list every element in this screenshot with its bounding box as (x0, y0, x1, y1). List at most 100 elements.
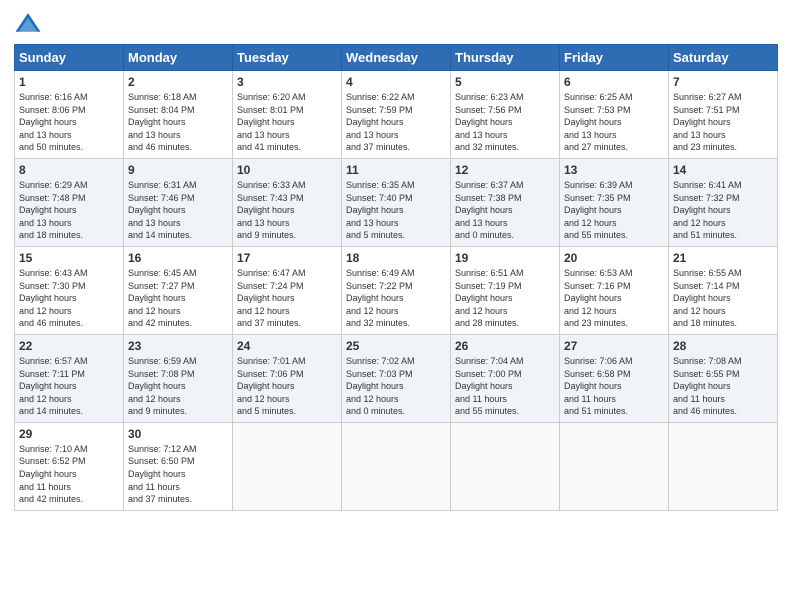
sunset-line: Sunset: 7:53 PM (564, 105, 631, 115)
daylight-value: and 13 hours (237, 218, 290, 228)
calendar-cell: 21 Sunrise: 6:55 AM Sunset: 7:14 PM Dayl… (669, 246, 778, 334)
day-info: Sunrise: 7:02 AM Sunset: 7:03 PM Dayligh… (346, 355, 446, 418)
day-info: Sunrise: 6:59 AM Sunset: 7:08 PM Dayligh… (128, 355, 228, 418)
calendar-cell: 12 Sunrise: 6:37 AM Sunset: 7:38 PM Dayl… (451, 158, 560, 246)
calendar-week-row: 8 Sunrise: 6:29 AM Sunset: 7:48 PM Dayli… (15, 158, 778, 246)
day-info: Sunrise: 6:47 AM Sunset: 7:24 PM Dayligh… (237, 267, 337, 330)
sunrise-line: Sunrise: 7:04 AM (455, 356, 524, 366)
day-of-week-header: Sunday (15, 45, 124, 71)
calendar-cell (233, 422, 342, 510)
daylight-minutes: and 37 minutes. (128, 494, 192, 504)
sunset-line: Sunset: 7:11 PM (19, 369, 85, 379)
daylight-value: and 12 hours (346, 394, 399, 404)
daylight-label: Daylight hours (128, 117, 186, 127)
sunset-line: Sunset: 7:40 PM (346, 193, 413, 203)
day-of-week-header: Monday (124, 45, 233, 71)
day-of-week-header: Thursday (451, 45, 560, 71)
daylight-minutes: and 41 minutes. (237, 142, 301, 152)
daylight-label: Daylight hours (346, 381, 404, 391)
sunset-line: Sunset: 6:52 PM (19, 456, 86, 466)
day-number: 17 (237, 251, 337, 265)
daylight-minutes: and 42 minutes. (128, 318, 192, 328)
sunset-line: Sunset: 7:46 PM (128, 193, 195, 203)
sunrise-line: Sunrise: 6:49 AM (346, 268, 415, 278)
calendar-cell: 27 Sunrise: 7:06 AM Sunset: 6:58 PM Dayl… (560, 334, 669, 422)
day-number: 4 (346, 75, 446, 89)
daylight-label: Daylight hours (455, 381, 513, 391)
day-number: 15 (19, 251, 119, 265)
daylight-label: Daylight hours (564, 205, 622, 215)
sunset-line: Sunset: 7:22 PM (346, 281, 413, 291)
sunset-line: Sunset: 7:35 PM (564, 193, 631, 203)
daylight-label: Daylight hours (673, 117, 731, 127)
daylight-minutes: and 46 minutes. (19, 318, 83, 328)
daylight-minutes: and 5 minutes. (346, 230, 405, 240)
calendar-cell: 13 Sunrise: 6:39 AM Sunset: 7:35 PM Dayl… (560, 158, 669, 246)
day-info: Sunrise: 6:25 AM Sunset: 7:53 PM Dayligh… (564, 91, 664, 154)
daylight-value: and 11 hours (19, 482, 71, 492)
sunrise-line: Sunrise: 6:16 AM (19, 92, 88, 102)
sunrise-line: Sunrise: 6:51 AM (455, 268, 524, 278)
daylight-label: Daylight hours (128, 205, 186, 215)
daylight-label: Daylight hours (564, 117, 622, 127)
day-number: 21 (673, 251, 773, 265)
sunset-line: Sunset: 7:16 PM (564, 281, 631, 291)
daylight-minutes: and 14 minutes. (19, 406, 83, 416)
calendar-week-row: 29 Sunrise: 7:10 AM Sunset: 6:52 PM Dayl… (15, 422, 778, 510)
sunrise-line: Sunrise: 6:27 AM (673, 92, 742, 102)
day-info: Sunrise: 6:16 AM Sunset: 8:06 PM Dayligh… (19, 91, 119, 154)
daylight-value: and 12 hours (455, 306, 508, 316)
calendar-cell: 25 Sunrise: 7:02 AM Sunset: 7:03 PM Dayl… (342, 334, 451, 422)
calendar: SundayMondayTuesdayWednesdayThursdayFrid… (14, 44, 778, 511)
day-info: Sunrise: 6:33 AM Sunset: 7:43 PM Dayligh… (237, 179, 337, 242)
sunset-line: Sunset: 7:14 PM (673, 281, 740, 291)
calendar-cell: 3 Sunrise: 6:20 AM Sunset: 8:01 PM Dayli… (233, 71, 342, 159)
sunrise-line: Sunrise: 6:55 AM (673, 268, 742, 278)
day-number: 9 (128, 163, 228, 177)
sunrise-line: Sunrise: 6:39 AM (564, 180, 633, 190)
daylight-label: Daylight hours (237, 293, 295, 303)
calendar-cell: 2 Sunrise: 6:18 AM Sunset: 8:04 PM Dayli… (124, 71, 233, 159)
day-number: 2 (128, 75, 228, 89)
sunrise-line: Sunrise: 6:45 AM (128, 268, 197, 278)
day-number: 7 (673, 75, 773, 89)
daylight-minutes: and 5 minutes. (237, 406, 296, 416)
daylight-value: and 13 hours (19, 130, 72, 140)
day-info: Sunrise: 6:43 AM Sunset: 7:30 PM Dayligh… (19, 267, 119, 330)
sunrise-line: Sunrise: 6:31 AM (128, 180, 197, 190)
header-row: SundayMondayTuesdayWednesdayThursdayFrid… (15, 45, 778, 71)
day-number: 28 (673, 339, 773, 353)
calendar-cell: 16 Sunrise: 6:45 AM Sunset: 7:27 PM Dayl… (124, 246, 233, 334)
daylight-value: and 13 hours (455, 218, 508, 228)
day-number: 3 (237, 75, 337, 89)
daylight-minutes: and 32 minutes. (455, 142, 519, 152)
sunset-line: Sunset: 8:06 PM (19, 105, 86, 115)
daylight-value: and 12 hours (128, 394, 181, 404)
daylight-minutes: and 23 minutes. (564, 318, 628, 328)
daylight-value: and 13 hours (673, 130, 726, 140)
daylight-label: Daylight hours (455, 293, 513, 303)
daylight-minutes: and 0 minutes. (346, 406, 405, 416)
daylight-minutes: and 51 minutes. (673, 230, 737, 240)
daylight-minutes: and 14 minutes. (128, 230, 192, 240)
calendar-cell: 6 Sunrise: 6:25 AM Sunset: 7:53 PM Dayli… (560, 71, 669, 159)
calendar-cell (342, 422, 451, 510)
calendar-cell: 10 Sunrise: 6:33 AM Sunset: 7:43 PM Dayl… (233, 158, 342, 246)
sunset-line: Sunset: 7:30 PM (19, 281, 86, 291)
calendar-cell: 20 Sunrise: 6:53 AM Sunset: 7:16 PM Dayl… (560, 246, 669, 334)
calendar-cell: 26 Sunrise: 7:04 AM Sunset: 7:00 PM Dayl… (451, 334, 560, 422)
sunrise-line: Sunrise: 6:47 AM (237, 268, 306, 278)
daylight-minutes: and 9 minutes. (237, 230, 296, 240)
daylight-value: and 12 hours (564, 218, 617, 228)
day-number: 11 (346, 163, 446, 177)
daylight-label: Daylight hours (19, 117, 77, 127)
daylight-value: and 13 hours (128, 218, 181, 228)
day-number: 29 (19, 427, 119, 441)
logo-icon (14, 10, 42, 38)
day-number: 8 (19, 163, 119, 177)
daylight-value: and 12 hours (564, 306, 617, 316)
daylight-minutes: and 27 minutes. (564, 142, 628, 152)
logo (14, 10, 46, 38)
daylight-label: Daylight hours (564, 293, 622, 303)
sunset-line: Sunset: 7:56 PM (455, 105, 522, 115)
